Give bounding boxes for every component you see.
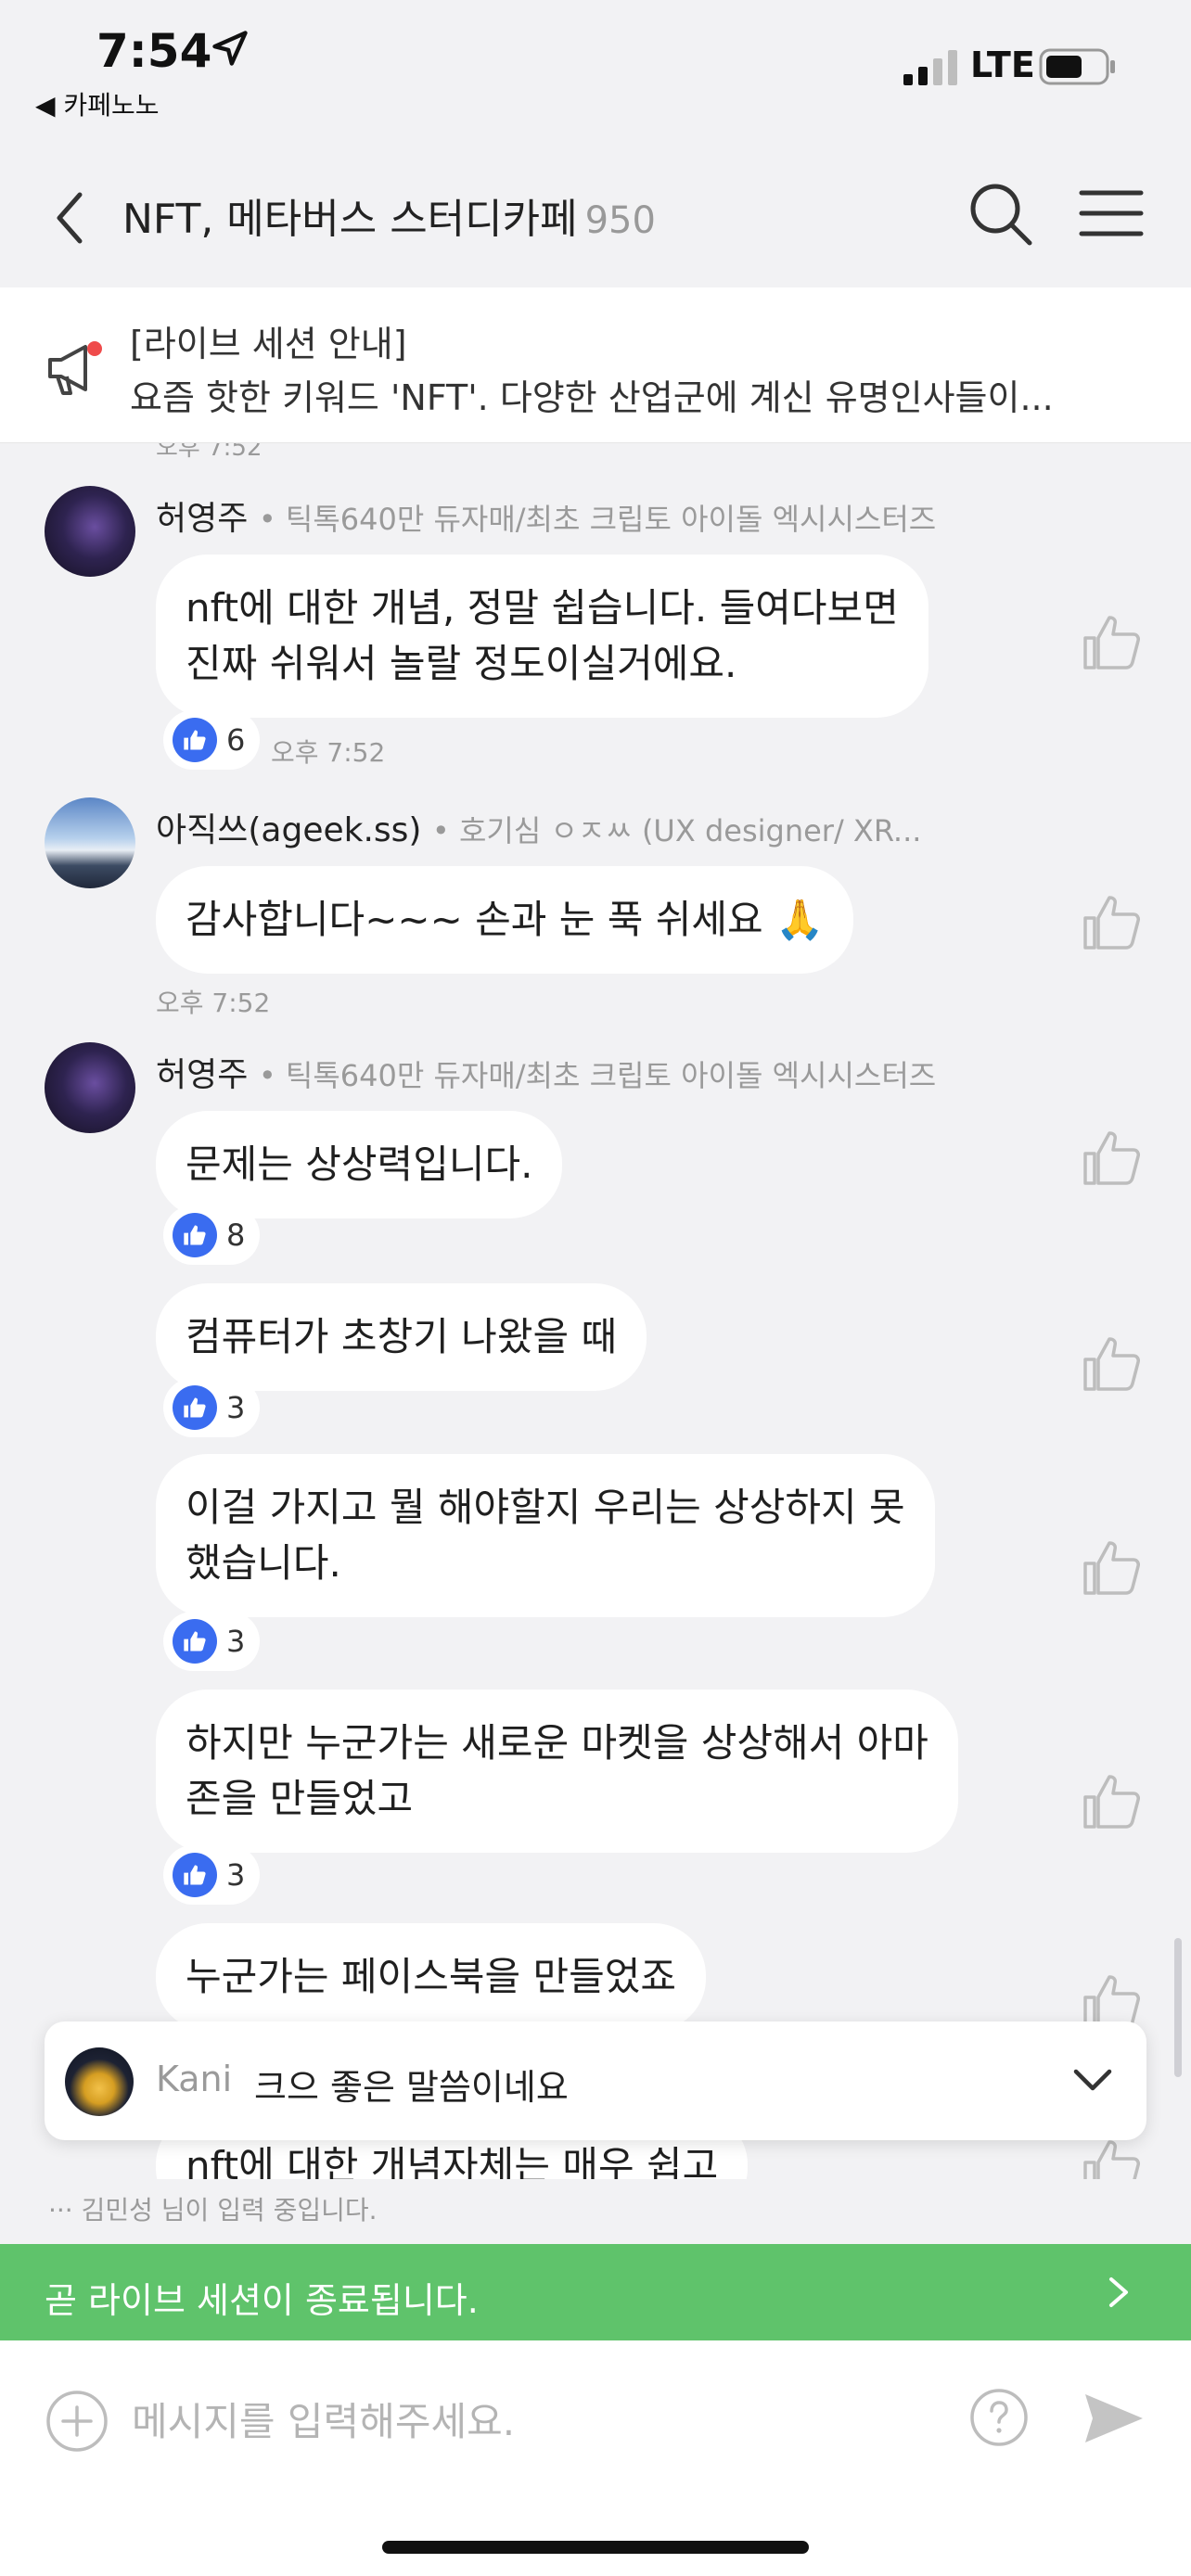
notice-banner[interactable]: [라이브 세션 안내] 요즘 핫한 키워드 'NFT'. 다양한 산업군에 계신… [0, 287, 1191, 443]
back-to-app-link[interactable]: ◀ 카페노노 [35, 85, 159, 122]
message-bubble[interactable]: 컴퓨터가 초창기 나왔을 때 [156, 1283, 647, 1391]
like-count-badge[interactable]: 3 [163, 1378, 261, 1437]
like-count-badge[interactable]: 3 [163, 1845, 261, 1905]
notice-body: 요즘 핫한 키워드 'NFT'. 다양한 산업군에 계신 유명인사들이... [130, 377, 1054, 418]
scrollbar[interactable] [1174, 1938, 1182, 2077]
message-time: 오후 7:52 [156, 988, 271, 1018]
like-count-badge[interactable]: 3 [163, 1612, 261, 1671]
avatar[interactable] [45, 486, 135, 577]
like-button[interactable] [1082, 1333, 1143, 1395]
sender-name[interactable]: 허영주 [156, 500, 248, 538]
live-session-text: 곧 라이브 세션이 종료됩니다. [45, 2280, 479, 2321]
like-button[interactable] [1082, 612, 1143, 673]
sender-description: • 틱톡640만 듀자매/최초 크립토 아이돌 엑시시스터즈 [258, 1058, 937, 1093]
notice-title: [라이브 세션 안내] [130, 324, 407, 364]
sender-line: 아직쓰(ageek.ss) • 호기심 ㅇㅈㅆ (UX designer/ XR… [156, 803, 921, 851]
sender-line: 허영주 • 틱톡640만 듀자매/최초 크립토 아이돌 엑시시스터즈 [156, 491, 936, 540]
back-button[interactable] [46, 185, 93, 250]
sender-name[interactable]: 허영주 [156, 1056, 248, 1094]
message-bubble[interactable]: 하지만 누군가는 새로운 마켓을 상상해서 아마 존을 만들었고 [156, 1690, 958, 1853]
chat-message-list[interactable]: 오후 7:52 허영주 • 틱톡640만 듀자매/최초 크립토 아이돌 엑시시스… [0, 443, 1191, 2179]
message-text-line: nft에 대한 개념, 정말 쉽습니다. 들여다보면 [186, 585, 899, 631]
like-count: 3 [226, 1624, 246, 1659]
message-time: 오후 7:52 [156, 443, 263, 462]
reply-message-text: 크으 좋은 말씀이네요 [254, 2067, 569, 2108]
like-count: 3 [226, 1390, 246, 1425]
search-button[interactable] [965, 178, 1035, 249]
typing-indicator: ··· 김민성 님이 입력 중입니다. [48, 2195, 378, 2225]
reply-sender-name: Kani [156, 2059, 233, 2099]
like-button[interactable] [1082, 1771, 1143, 1832]
thumbs-up-icon [173, 1853, 217, 1897]
message-bubble[interactable]: nft에 대한 개념, 정말 쉽습니다. 들여다보면 진짜 쉬워서 놀랄 정도이… [156, 555, 928, 718]
message-text-line: 이걸 가지고 뭘 해야할지 우리는 상상하지 못 [186, 1485, 905, 1530]
message-text-line: 존을 만들었고 [186, 1776, 414, 1821]
like-count: 8 [226, 1218, 246, 1253]
sender-name[interactable]: 아직쓰(ageek.ss) [156, 811, 421, 849]
message-text-line: 감사합니다~~~ 손과 눈 푹 쉬세요 🙏 [186, 897, 825, 942]
like-button[interactable] [1082, 892, 1143, 953]
signal-icon [903, 50, 957, 85]
chat-header: NFT, 메타버스 스터디카페 950 [0, 158, 1191, 287]
message-text-line: 컴퓨터가 초창기 나왔을 때 [186, 1314, 618, 1359]
page-title: NFT, 메타버스 스터디카페 950 [122, 185, 656, 245]
thumbs-up-icon [173, 1619, 217, 1664]
message-bubble[interactable]: 문제는 상상력입니다. [156, 1111, 563, 1218]
avatar[interactable] [45, 1042, 135, 1133]
room-name: NFT, 메타버스 스터디카페 [122, 196, 578, 243]
megaphone-icon [48, 341, 102, 395]
send-button[interactable] [1082, 2389, 1146, 2448]
message-text-line: 누군가는 페이스북을 만들었죠 [186, 1954, 677, 1999]
member-count: 950 [584, 199, 656, 242]
latest-message-banner[interactable]: Kani 크으 좋은 말씀이네요 [45, 2021, 1146, 2140]
battery-icon [1039, 48, 1115, 85]
message-time: 오후 7:52 [271, 737, 386, 768]
menu-button[interactable] [1076, 184, 1146, 243]
chevron-right-icon [1109, 2277, 1128, 2307]
network-type: LTE [970, 45, 1035, 85]
sender-description: • 틱톡640만 듀자매/최초 크립토 아이돌 엑시시스터즈 [258, 502, 937, 537]
avatar [65, 2047, 134, 2116]
message-text-line: 문제는 상상력입니다. [186, 1141, 533, 1187]
clock: 7:54 [96, 24, 212, 78]
like-count-badge[interactable]: 6 [163, 710, 261, 770]
like-count-badge[interactable]: 8 [163, 1205, 261, 1265]
like-button[interactable] [1082, 1537, 1143, 1599]
sender-description: • 호기심 ㅇㅈㅆ (UX designer/ XR... [431, 813, 922, 848]
message-bubble[interactable]: 누군가는 페이스북을 만들었죠 [156, 1923, 707, 2031]
message-bubble[interactable]: 이걸 가지고 뭘 해야할지 우리는 상상하지 못 했습니다. [156, 1454, 935, 1617]
chevron-down-icon[interactable] [1069, 2062, 1117, 2099]
thumbs-up-icon [173, 1385, 217, 1430]
home-indicator [382, 2541, 809, 2554]
location-arrow-icon [212, 31, 248, 66]
message-text-line: nft에 대한 개념자체는 매우 쉽고 [186, 2143, 719, 2179]
like-count: 3 [226, 1857, 246, 1893]
thumbs-up-icon [173, 718, 217, 762]
message-bubble[interactable]: 감사합니다~~~ 손과 눈 푹 쉬세요 🙏 [156, 866, 854, 974]
like-button[interactable] [1082, 1128, 1143, 1189]
add-attachment-button[interactable] [45, 2389, 109, 2454]
like-button[interactable] [1082, 2136, 1143, 2179]
avatar[interactable] [45, 797, 135, 888]
thumbs-up-icon [173, 1213, 217, 1257]
message-text-line: 진짜 쉬워서 놀랄 정도이실거에요. [186, 641, 737, 686]
message-text-line: 하지만 누군가는 새로운 마켓을 상상해서 아마 [186, 1720, 928, 1766]
message-composer [0, 2340, 1191, 2576]
like-count: 6 [226, 722, 246, 758]
live-session-bar[interactable]: 곧 라이브 세션이 종료됩니다. [0, 2244, 1191, 2340]
message-input[interactable] [132, 2387, 929, 2455]
message-text-line: 했습니다. [186, 1540, 341, 1586]
status-bar: 7:54 ◀ 카페노노 LTE [0, 0, 1191, 130]
sender-line: 허영주 • 틱톡640만 듀자매/최초 크립토 아이돌 엑시시스터즈 [156, 1048, 936, 1096]
help-icon[interactable] [968, 2387, 1030, 2448]
